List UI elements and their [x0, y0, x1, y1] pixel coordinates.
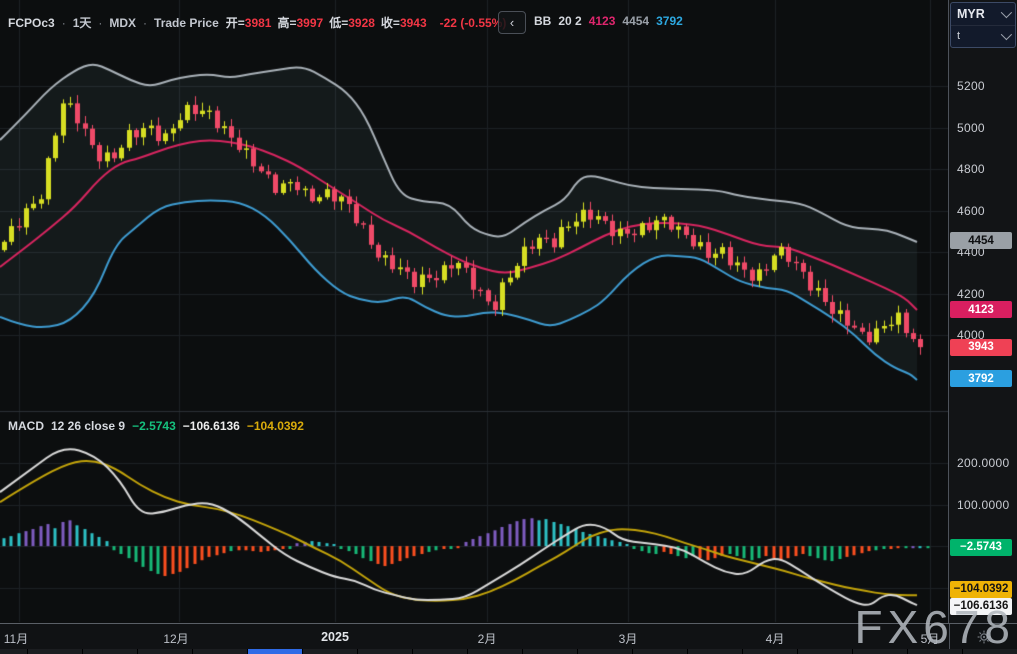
change-value: -22 (-0.55%)	[440, 16, 507, 30]
series-type-label: Trade Price	[154, 16, 219, 30]
strip-segment[interactable]	[413, 649, 467, 654]
unit-selector[interactable]: t	[951, 25, 1015, 48]
ohlc-label: 高=	[277, 14, 296, 31]
time-axis-label: 3月	[603, 630, 653, 647]
strip-segment[interactable]	[138, 649, 192, 654]
currency-value: MYR	[957, 7, 985, 21]
macd-name: MACD	[8, 419, 44, 433]
chevron-down-icon	[1001, 7, 1012, 18]
symbol-legend: FCPOc3 · 1天 · MDX · Trade Price 开=3981 高=…	[8, 14, 506, 31]
watermark: FX678	[854, 604, 1015, 650]
axis-tick-label: 200.0000	[957, 456, 1009, 470]
chevron-down-icon	[1001, 29, 1012, 40]
strip-segment[interactable]	[0, 649, 27, 654]
ohlc-value: 3943	[400, 16, 427, 30]
app-window: FCPOc3 · 1天 · MDX · Trade Price 开=3981 高=…	[0, 0, 1017, 654]
axis-tick-label: 4800	[957, 162, 985, 176]
bb-upper-value: 4454	[622, 14, 649, 28]
ohlc-label: 收=	[381, 14, 400, 31]
bb-legend: BB 20 2 4123 4454 3792	[534, 14, 683, 28]
strip-segment[interactable]	[688, 649, 742, 654]
bb-lower-value: 3792	[656, 14, 683, 28]
axis-price-badge: −104.0392	[950, 581, 1012, 598]
currency-unit-selector: MYR t	[950, 2, 1016, 48]
axis-price-badge: 3792	[950, 370, 1012, 387]
axis-tick-label: 4200	[957, 287, 985, 301]
time-axis-label: 2月	[462, 630, 512, 647]
strip-segment[interactable]	[303, 649, 357, 654]
axis-tick-label: 5200	[957, 79, 985, 93]
strip-segment[interactable]	[193, 649, 247, 654]
time-axis-label: 11月	[0, 630, 41, 647]
axis-price-badge: 4123	[950, 301, 1012, 318]
strip-segment[interactable]	[578, 649, 632, 654]
bb-name: BB	[534, 14, 551, 28]
time-axis-label: 4月	[750, 630, 800, 647]
legend-separator: ·	[62, 16, 66, 30]
bb-basis-value: 4123	[589, 14, 616, 28]
macd-histogram-value: −2.5743	[132, 419, 176, 433]
legend-separator: ·	[98, 16, 102, 30]
strip-segment[interactable]	[358, 649, 412, 654]
strip-segment-active[interactable]	[248, 649, 302, 654]
symbol-name: FCPOc3	[8, 16, 55, 30]
interval-label: 1天	[73, 14, 92, 31]
chevron-left-icon: ‹	[510, 16, 514, 29]
ohlc-value: 3981	[245, 16, 272, 30]
legend-separator: ·	[143, 16, 147, 30]
macd-line-value: −106.6136	[183, 419, 240, 433]
axis-price-badge: 3943	[950, 339, 1012, 356]
macd-signal-value: −104.0392	[247, 419, 304, 433]
strip-segment[interactable]	[798, 649, 852, 654]
axis-price-badge: −2.5743	[950, 539, 1012, 556]
time-axis-label: 12月	[151, 630, 201, 647]
collapse-button[interactable]: ‹	[498, 11, 526, 34]
macd-params: 12 26 close 9	[51, 419, 125, 433]
currency-selector[interactable]: MYR	[951, 3, 1015, 25]
price-chart-canvas[interactable]	[0, 0, 948, 623]
macd-legend: MACD 12 26 close 9 −2.5743 −106.6136 −10…	[8, 419, 304, 433]
ohlc-label: 低=	[329, 14, 348, 31]
ohlc-label: 开=	[226, 14, 245, 31]
time-axis-label: 2025	[310, 630, 360, 644]
strip-segment[interactable]	[523, 649, 577, 654]
ohlc-value: 3928	[348, 16, 375, 30]
unit-value: t	[957, 30, 960, 42]
strip-segment[interactable]	[83, 649, 137, 654]
ohlc-values: 开=3981 高=3997 低=3928 收=3943	[226, 14, 433, 31]
price-axis[interactable]: 5200500048004600440042004000200.0000100.…	[948, 0, 1017, 623]
bb-params: 20 2	[558, 14, 581, 28]
axis-price-badge: 4454	[950, 232, 1012, 249]
strip-segment[interactable]	[743, 649, 797, 654]
strip-segment[interactable]	[28, 649, 82, 654]
strip-segment[interactable]	[633, 649, 687, 654]
axis-tick-label: 5000	[957, 121, 985, 135]
axis-tick-label: 4600	[957, 204, 985, 218]
ohlc-value: 3997	[297, 16, 324, 30]
exchange-label: MDX	[109, 16, 136, 30]
axis-tick-label: 100.0000	[957, 498, 1009, 512]
strip-segment[interactable]	[468, 649, 522, 654]
